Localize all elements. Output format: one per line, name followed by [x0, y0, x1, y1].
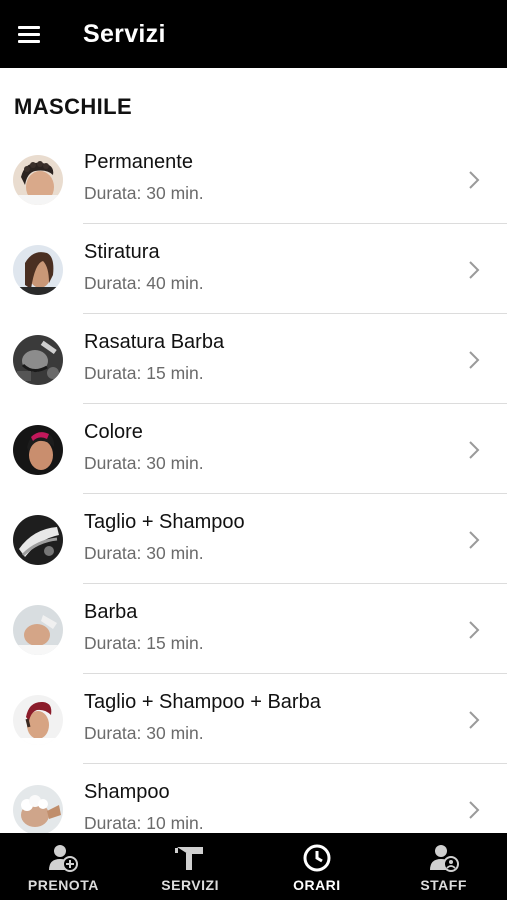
- service-item-permanente[interactable]: Permanente Durata: 30 min.: [0, 134, 507, 224]
- person-badge-icon: [428, 843, 460, 873]
- chevron-right-icon: [467, 710, 481, 730]
- nav-label: STAFF: [420, 877, 467, 893]
- service-duration: Durata: 15 min.: [84, 363, 204, 383]
- services-content[interactable]: MASCHILE Permanente Durata: 30 min. Stir…: [0, 68, 507, 833]
- service-item-rasatura-barba[interactable]: Rasatura Barba Durata: 15 min.: [0, 314, 507, 404]
- chevron-right-icon: [467, 440, 481, 460]
- chevron-right-icon: [467, 350, 481, 370]
- nav-label: ORARI: [293, 877, 341, 893]
- nav-item-staff[interactable]: STAFF: [380, 833, 507, 900]
- nav-item-servizi[interactable]: SERVIZI: [127, 833, 254, 900]
- service-name: Rasatura Barba: [84, 331, 225, 353]
- service-name: Permanente: [84, 151, 193, 173]
- nav-item-orari[interactable]: ORARI: [254, 833, 381, 900]
- chevron-right-icon: [467, 260, 481, 280]
- service-name: Shampoo: [84, 781, 170, 803]
- hair-dryer-icon: [174, 843, 206, 873]
- service-name: Barba: [84, 601, 138, 623]
- chevron-right-icon: [467, 170, 481, 190]
- chevron-right-icon: [467, 530, 481, 550]
- service-item-colore[interactable]: Colore Durata: 30 min.: [0, 404, 507, 494]
- service-name: Stiratura: [84, 241, 160, 263]
- service-duration: Durata: 30 min.: [84, 183, 204, 203]
- nav-label: SERVIZI: [161, 877, 219, 893]
- service-item-stiratura[interactable]: Stiratura Durata: 40 min.: [0, 224, 507, 314]
- services-list: Permanente Durata: 30 min. Stiratura Dur…: [0, 134, 507, 833]
- service-avatar: [13, 425, 63, 475]
- page-title: Servizi: [83, 19, 166, 48]
- service-avatar: [13, 785, 63, 833]
- service-name: Taglio + Shampoo + Barba: [84, 691, 321, 713]
- bottom-navigation: PRENOTA SERVIZI ORARI STAFF: [0, 833, 507, 900]
- service-avatar: [13, 245, 63, 295]
- service-avatar: [13, 695, 63, 745]
- service-duration: Durata: 30 min.: [84, 453, 204, 473]
- service-item-barba[interactable]: Barba Durata: 15 min.: [0, 584, 507, 674]
- service-name: Colore: [84, 421, 143, 443]
- service-avatar: [13, 605, 63, 655]
- chevron-right-icon: [467, 620, 481, 640]
- nav-label: PRENOTA: [27, 877, 99, 893]
- service-avatar: [13, 155, 63, 205]
- service-name: Taglio + Shampoo: [84, 511, 245, 533]
- service-item-shampoo[interactable]: Shampoo Durata: 10 min.: [0, 764, 507, 833]
- service-duration: Durata: 15 min.: [84, 633, 204, 653]
- chevron-right-icon: [467, 800, 481, 820]
- app-bar: Servizi: [0, 0, 507, 68]
- service-duration: Durata: 30 min.: [84, 723, 204, 743]
- section-title: MASCHILE: [14, 94, 133, 119]
- clock-icon: [301, 843, 333, 873]
- service-duration: Durata: 40 min.: [84, 273, 204, 293]
- service-item-taglio-shampoo[interactable]: Taglio + Shampoo Durata: 30 min.: [0, 494, 507, 584]
- service-item-taglio-shampoo-barba[interactable]: Taglio + Shampoo + Barba Durata: 30 min.: [0, 674, 507, 764]
- person-add-icon: [47, 843, 79, 873]
- hamburger-menu-icon[interactable]: [0, 0, 58, 68]
- service-duration: Durata: 30 min.: [84, 543, 204, 563]
- service-duration: Durata: 10 min.: [84, 813, 204, 833]
- nav-item-prenota[interactable]: PRENOTA: [0, 833, 127, 900]
- service-avatar: [13, 515, 63, 565]
- service-avatar: [13, 335, 63, 385]
